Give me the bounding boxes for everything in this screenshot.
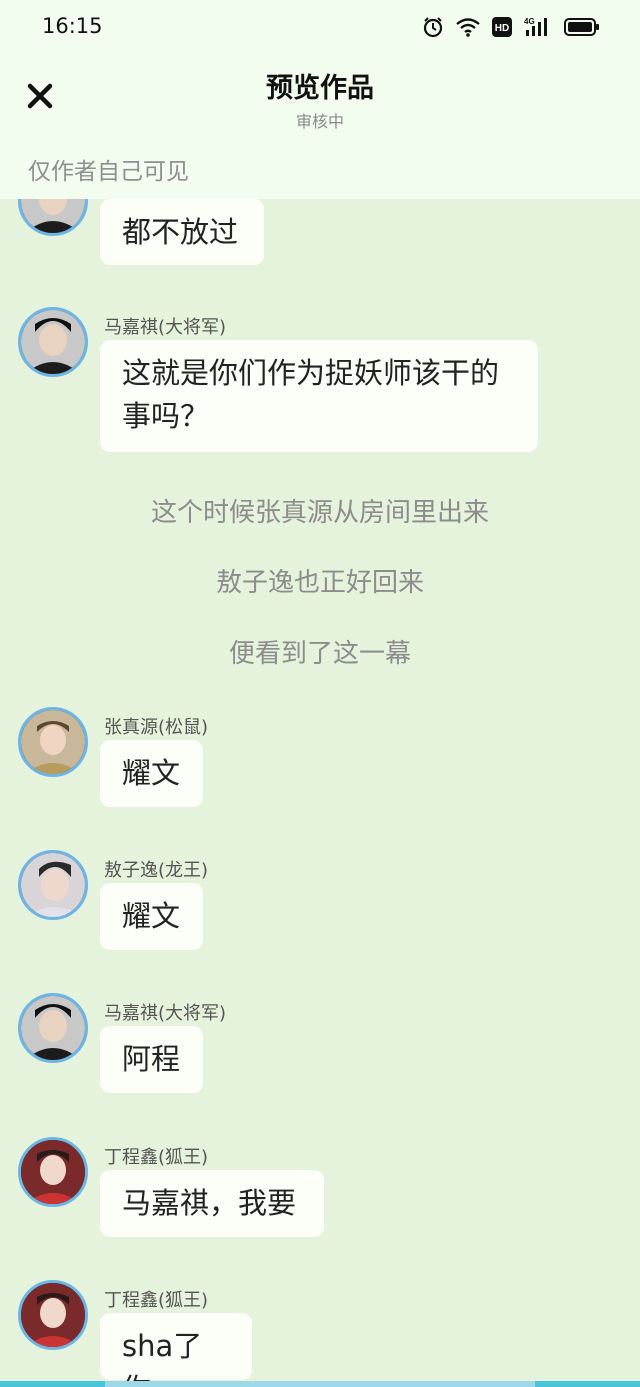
signal-4g-icon: 4G	[524, 17, 547, 36]
message-text-line: 这就是你们作为捉妖师该干的	[122, 356, 500, 390]
sender-name: 丁程鑫(狐王)	[104, 1147, 209, 1168]
message-bubble: 耀文	[100, 883, 203, 950]
sender-name: 马嘉祺(大将军)	[104, 317, 227, 338]
message-text-line: 事吗？	[122, 399, 210, 433]
message-bubble: 马嘉祺，我要	[100, 1170, 324, 1237]
page-title: 预览作品	[266, 73, 374, 104]
wifi-icon	[456, 18, 480, 37]
avatar	[18, 707, 88, 777]
message-bubble: 这就是你们作为捉妖师该干的 事吗？	[100, 340, 538, 452]
avatar	[18, 850, 88, 920]
message-bubble: 阿程	[100, 1026, 203, 1093]
header: 预览作品 审核中 仅作者自己可见	[0, 56, 640, 199]
alarm-icon	[423, 17, 443, 38]
avatar	[18, 993, 88, 1063]
chat-list[interactable]: 都不放过 马嘉祺(大将军) 这就是你们作为捉妖师该干的 事吗？ 这个时候张真源从…	[0, 199, 640, 1381]
avatar	[18, 199, 88, 236]
avatar	[18, 1137, 88, 1207]
svg-text:4G: 4G	[524, 17, 535, 26]
narration-line: 这个时候张真源从房间里出来	[150, 498, 489, 528]
message-bubble: 都不放过	[100, 199, 264, 265]
sender-name: 马嘉祺(大将军)	[104, 1003, 227, 1024]
avatar	[18, 307, 88, 377]
scroll-thumb[interactable]	[105, 1381, 535, 1387]
hd-icon: HD	[492, 17, 512, 37]
status-time: 16:15	[42, 14, 103, 38]
narration-line: 便看到了这一幕	[228, 639, 411, 669]
avatar	[18, 1280, 88, 1350]
narration-line: 敖子逸也正好回来	[215, 568, 424, 598]
sender-name: 张真源(松鼠)	[104, 717, 209, 738]
svg-text:HD: HD	[495, 23, 509, 34]
sender-name: 敖子逸(龙王)	[104, 860, 209, 881]
bottom-scroll-bar	[0, 1381, 640, 1387]
review-status: 审核中	[295, 112, 344, 131]
message-bubble: sha了你	[100, 1313, 252, 1381]
sender-name: 丁程鑫(狐王)	[104, 1290, 209, 1311]
status-icons: HD 4G	[422, 16, 600, 38]
status-bar: 16:15 HD 4G	[0, 0, 640, 56]
visibility-note: 仅作者自己可见	[28, 159, 189, 185]
battery-icon	[564, 18, 599, 36]
message-bubble: 耀文	[100, 740, 203, 807]
